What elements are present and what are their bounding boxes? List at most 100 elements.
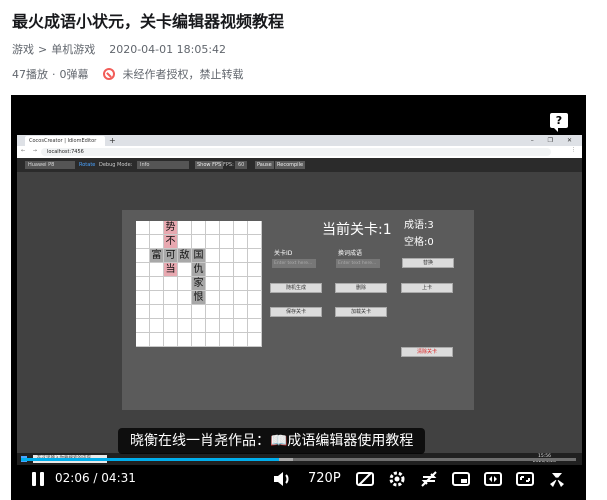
grid-cell — [234, 277, 248, 291]
play-count: 47播放 — [12, 68, 48, 81]
grid-cell — [220, 291, 234, 305]
fullscreen-icon[interactable] — [545, 468, 569, 490]
video-subtitle: 晓衡在线一肖尧作品：📖成语编辑器使用教程 — [118, 428, 426, 454]
copyright-notice: 未经作者授权，禁止转载 — [122, 68, 244, 81]
show-fps-button: Show FPS — [195, 161, 224, 169]
browser-address-bar: ← → ↻ localhost:7456 ⋮ — [17, 146, 582, 158]
browser-tab: CocosCreator | IdiomEditor — [25, 136, 105, 146]
idiom-grid: 势不富可敌国当仇家恨 — [136, 221, 262, 347]
web-fullscreen-icon[interactable] — [513, 468, 537, 490]
load-level-button: 上卡 — [401, 283, 453, 293]
grid-cell: 国 — [192, 249, 206, 263]
grid-cell — [248, 249, 262, 263]
grid-cell: 仇 — [192, 263, 206, 277]
grid-cell — [248, 277, 262, 291]
grid-cell — [206, 305, 220, 319]
add-level-button: 加载关卡 — [335, 307, 387, 317]
grid-cell: 恨 — [192, 291, 206, 305]
fps-label: FPS: — [223, 162, 234, 168]
grid-cell — [206, 249, 220, 263]
volume-icon[interactable] — [270, 468, 294, 490]
debug-mode-label: Debug Mode: — [99, 162, 133, 168]
grid-cell — [150, 263, 164, 277]
quality-selector[interactable]: 720P — [308, 471, 341, 486]
progress-fill — [21, 458, 280, 461]
grid-cell — [178, 333, 192, 347]
grid-cell — [234, 235, 248, 249]
random-generate-button: 随机生成 — [270, 283, 322, 293]
danmaku-count: 0弹幕 — [59, 68, 89, 81]
replace-idiom-label: 换词成语 — [338, 250, 363, 257]
grid-cell — [150, 221, 164, 235]
grid-cell — [192, 319, 206, 333]
grid-cell — [136, 291, 150, 305]
rotate-button: Rotate — [79, 162, 96, 168]
game-canvas: 势不富可敌国当仇家恨 当前关卡:1 成语:3 空格:0 关卡ID 换词成语 En… — [122, 210, 474, 410]
time-display: 02:06 / 04:31 — [55, 471, 136, 485]
grid-cell — [206, 319, 220, 333]
current-level: 当前关卡:1 — [322, 222, 392, 238]
fps-value: 60 — [235, 161, 248, 169]
grid-cell — [234, 249, 248, 263]
subcategory-link[interactable]: 单机游戏 — [51, 41, 95, 57]
grid-cell — [220, 263, 234, 277]
grid-cell — [178, 305, 192, 319]
grid-cell — [136, 249, 150, 263]
settings-gear-icon[interactable] — [385, 468, 409, 490]
grid-cell — [206, 291, 220, 305]
debug-mode-select: Info — [137, 161, 189, 169]
recompile-button: Recompile — [275, 161, 306, 169]
video-frame: CocosCreator | IdiomEditor + – ❐ ✕ ← → ↻… — [17, 135, 582, 465]
grid-cell — [234, 305, 248, 319]
progress-bar[interactable] — [21, 458, 576, 461]
loop-off-icon[interactable] — [417, 468, 441, 490]
grid-cell — [164, 291, 178, 305]
grid-cell — [248, 305, 262, 319]
widescreen-icon[interactable] — [481, 468, 505, 490]
save-level-button: 保存关卡 — [270, 307, 322, 317]
grid-cell — [164, 277, 178, 291]
grid-cell — [150, 333, 164, 347]
grid-cell — [220, 221, 234, 235]
grid-cell — [192, 221, 206, 235]
grid-cell: 可 — [164, 249, 178, 263]
grid-cell — [164, 319, 178, 333]
grid-cell — [220, 277, 234, 291]
blank-count: 空格:0 — [404, 237, 434, 248]
subtitle-icon[interactable]: ? — [550, 113, 568, 132]
publish-date: 2020-04-01 18:05:42 — [109, 42, 227, 56]
grid-cell — [206, 235, 220, 249]
grid-cell — [206, 333, 220, 347]
grid-cell — [248, 333, 262, 347]
grid-cell — [178, 291, 192, 305]
video-player[interactable]: ? CocosCreator | IdiomEditor + – ❐ ✕ ← →… — [11, 95, 586, 500]
level-id-label: 关卡ID — [274, 250, 293, 257]
grid-cell: 敌 — [178, 249, 192, 263]
grid-cell — [234, 263, 248, 277]
platform-select: Huawei P8 — [25, 161, 75, 169]
breadcrumb-separator: > — [38, 42, 48, 56]
grid-cell: 家 — [192, 277, 206, 291]
grid-cell: 富 — [150, 249, 164, 263]
grid-cell — [248, 319, 262, 333]
grid-cell — [136, 221, 150, 235]
stats-separator: · — [52, 67, 56, 81]
grid-cell — [178, 263, 192, 277]
pause-icon[interactable] — [23, 468, 53, 490]
grid-cell — [206, 277, 220, 291]
grid-cell — [220, 235, 234, 249]
grid-cell — [178, 319, 192, 333]
category-link[interactable]: 游戏 — [12, 41, 34, 57]
danmaku-off-icon[interactable] — [353, 468, 377, 490]
editor-toolbar: Huawei P8 Rotate Debug Mode: Info Show F… — [17, 158, 582, 172]
grid-cell — [136, 235, 150, 249]
url-field: localhost:7456 — [41, 148, 551, 156]
current-time: 02:06 — [55, 471, 90, 485]
grid-cell — [178, 221, 192, 235]
grid-cell — [192, 305, 206, 319]
grid-cell — [178, 277, 192, 291]
pip-icon[interactable] — [449, 468, 473, 490]
grid-cell — [164, 333, 178, 347]
window-controls: – ❐ ✕ — [530, 137, 578, 144]
grid-cell — [192, 235, 206, 249]
